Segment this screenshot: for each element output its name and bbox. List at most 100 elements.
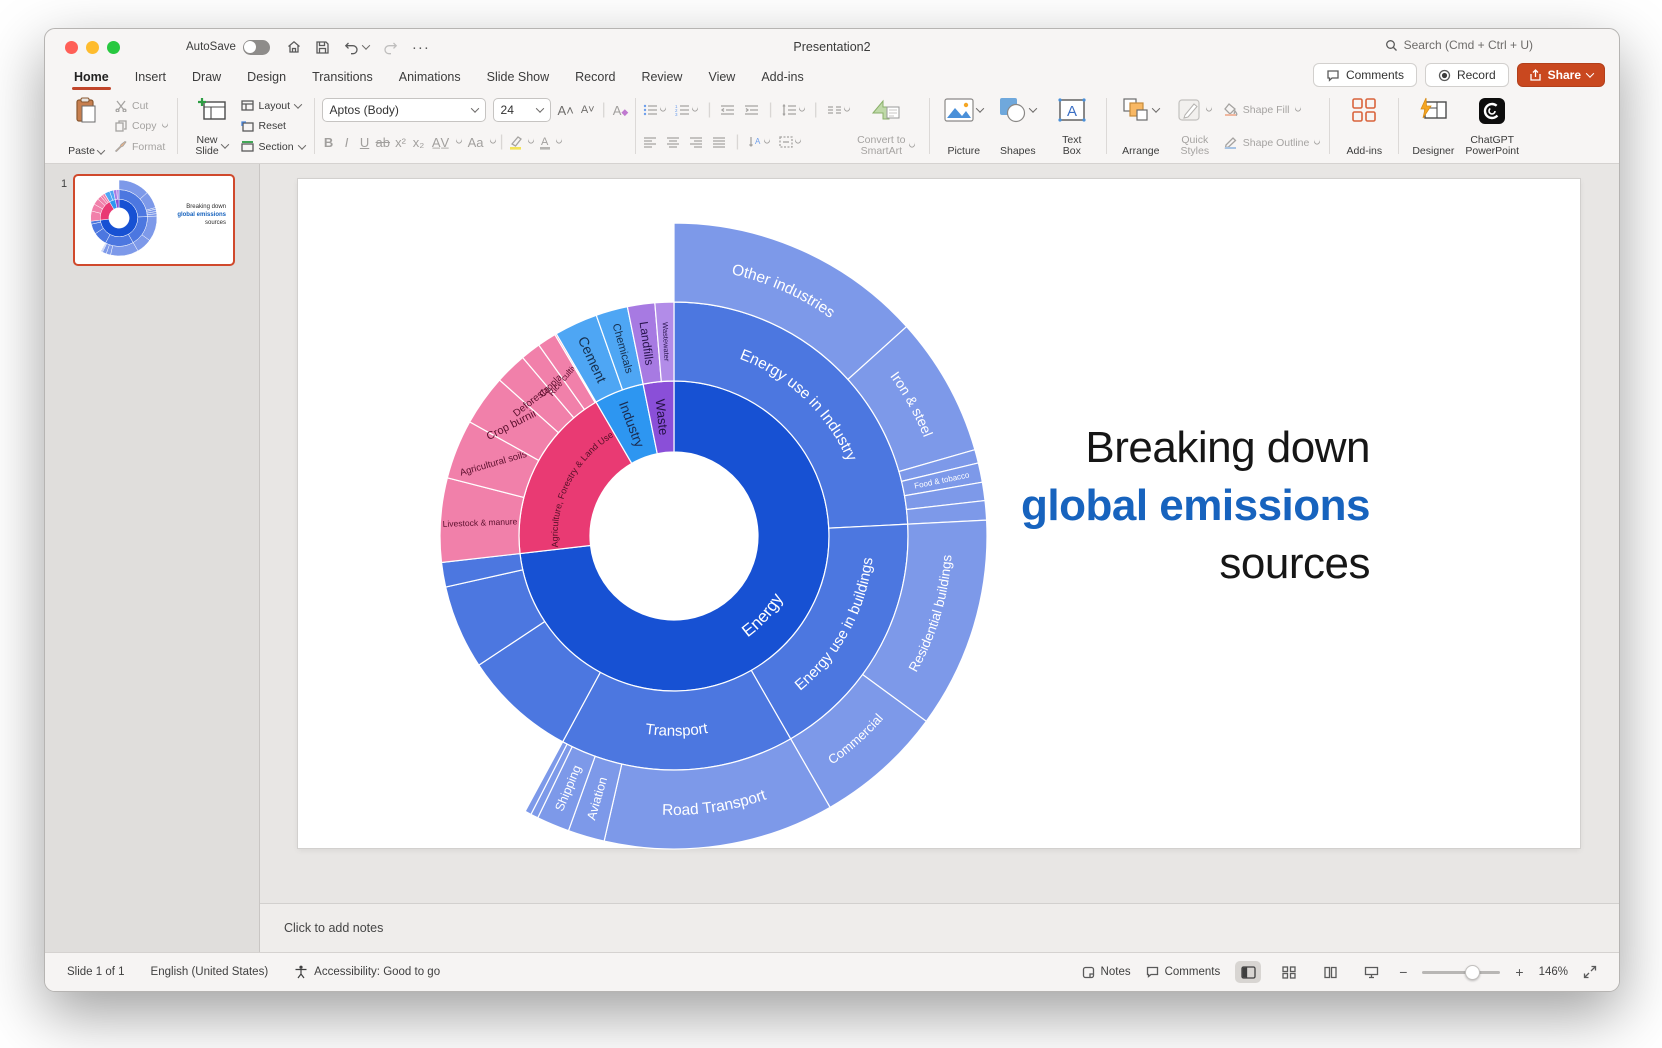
tab-record[interactable]: Record (562, 67, 628, 90)
designer-button[interactable]: Designer (1406, 94, 1460, 158)
tab-animations[interactable]: Animations (386, 67, 474, 90)
powerpoint-window: AutoSave ··· Presentation2 Search (Cmd +… (44, 28, 1620, 992)
clear-formatting-icon[interactable]: A◆ (613, 103, 629, 118)
tab-slide-show[interactable]: Slide Show (474, 67, 563, 90)
shape-fill-button[interactable]: Shape Fill (1224, 102, 1321, 117)
tab-home[interactable]: Home (61, 67, 122, 90)
tab-insert[interactable]: Insert (122, 67, 179, 90)
decrease-font-icon[interactable]: A˅ (581, 104, 595, 116)
reset-button[interactable]: Reset (241, 119, 305, 134)
change-case-button[interactable]: Aa (466, 135, 486, 150)
highlight-color-button[interactable] (508, 135, 524, 150)
decrease-indent-button[interactable] (720, 104, 735, 116)
font-size-select[interactable]: 24 (493, 98, 551, 122)
zoom-level[interactable]: 146% (1539, 966, 1568, 978)
font-color-button[interactable]: A (538, 135, 552, 150)
tab-transitions[interactable]: Transitions (299, 67, 386, 90)
align-center-button[interactable] (666, 137, 680, 148)
slideshow-button[interactable] (1358, 961, 1384, 983)
normal-view-button[interactable] (1235, 961, 1261, 983)
convert-to-smartart-button[interactable]: Convert toSmartArt (850, 94, 922, 158)
tab-design[interactable]: Design (234, 67, 299, 90)
save-icon[interactable] (315, 40, 330, 55)
section-button[interactable]: Section (241, 139, 305, 154)
paste-button[interactable]: Paste (59, 94, 113, 158)
chart-label: Wastewater (661, 322, 672, 362)
search-field[interactable]: Search (Cmd + Ctrl + U) (1385, 38, 1533, 52)
slide-counter[interactable]: Slide 1 of 1 (67, 966, 125, 978)
notes-pane[interactable]: Click to add notes (260, 903, 1619, 952)
text-box-button[interactable]: A TextBox (1045, 94, 1099, 158)
tab-draw[interactable]: Draw (179, 67, 234, 90)
bold-button[interactable]: B (322, 135, 336, 150)
justify-button[interactable] (712, 137, 726, 148)
underline-button[interactable]: U (358, 135, 372, 150)
zoom-window-button[interactable] (107, 41, 120, 54)
zoom-in-button[interactable]: + (1515, 964, 1523, 980)
comment-bubble-icon (1326, 69, 1340, 82)
thumbnail-sunburst-chart (79, 178, 159, 258)
new-slide-button[interactable]: NewSlide (185, 94, 239, 158)
ribbon-tabs-row: HomeInsertDrawDesignTransitionsAnimation… (45, 65, 1619, 91)
increase-indent-button[interactable] (744, 104, 759, 116)
slide[interactable]: EnergyAgriculture, Forestry & Land UseIn… (298, 179, 1580, 848)
shapes-button[interactable]: Shapes (991, 94, 1045, 158)
align-text-button[interactable] (779, 136, 801, 148)
comments-button[interactable]: Comments (1313, 63, 1417, 87)
accessibility-icon (294, 965, 308, 979)
autosave-toggle[interactable] (243, 40, 270, 55)
slide-editing-canvas[interactable]: EnergyAgriculture, Forestry & Land UseIn… (260, 164, 1619, 903)
notes-toggle[interactable]: Notes (1082, 966, 1131, 979)
bullets-button[interactable] (643, 104, 666, 116)
slide-title-line2: global emissions (1021, 477, 1370, 535)
record-button[interactable]: Record (1425, 63, 1509, 87)
home-icon[interactable] (286, 39, 302, 55)
slide-thumbnail[interactable]: Breaking down global emissions sources (73, 174, 235, 266)
subscript-button[interactable]: x₂ (412, 135, 426, 150)
text-direction-button[interactable]: A (748, 136, 770, 148)
slide-title[interactable]: Breaking down global emissions sources (1021, 419, 1370, 593)
add-ins-button[interactable]: Add-ins (1337, 94, 1391, 158)
zoom-slider[interactable] (1422, 971, 1500, 974)
numbering-button[interactable]: 123 (675, 104, 698, 116)
increase-font-icon[interactable]: A˄ (558, 103, 574, 118)
tab-view[interactable]: View (695, 67, 748, 90)
tab-review[interactable]: Review (628, 67, 695, 90)
comments-toggle[interactable]: Comments (1146, 966, 1221, 978)
titlebar: AutoSave ··· Presentation2 Search (Cmd +… (45, 29, 1619, 65)
layout-button[interactable]: Layout (241, 98, 305, 113)
ribbon-tabs: HomeInsertDrawDesignTransitionsAnimation… (61, 67, 817, 90)
accessibility-status[interactable]: Accessibility: Good to go (294, 965, 440, 979)
zoom-out-button[interactable]: − (1399, 964, 1407, 980)
copy-button[interactable]: Copy (115, 119, 168, 134)
share-button[interactable]: Share (1517, 63, 1605, 87)
minimize-button[interactable] (86, 41, 99, 54)
superscript-button[interactable]: x² (394, 135, 408, 150)
search-placeholder: Search (Cmd + Ctrl + U) (1404, 38, 1533, 52)
picture-button[interactable]: Picture (937, 94, 991, 158)
columns-button[interactable] (827, 104, 850, 116)
svg-text:A: A (755, 137, 761, 146)
align-right-button[interactable] (689, 137, 703, 148)
character-spacing-button[interactable]: A̲V̲ (430, 135, 452, 150)
tab-add-ins[interactable]: Add-ins (748, 67, 816, 90)
slide-sorter-view-button[interactable] (1276, 961, 1302, 983)
fit-slide-button[interactable] (1583, 965, 1597, 979)
line-spacing-button[interactable] (782, 104, 805, 116)
undo-icon[interactable] (343, 40, 369, 55)
cut-button[interactable]: Cut (115, 98, 168, 113)
align-left-button[interactable] (643, 137, 657, 148)
shape-outline-button[interactable]: Shape Outline (1224, 135, 1321, 150)
arrange-button[interactable]: Arrange (1114, 94, 1168, 158)
close-button[interactable] (65, 41, 78, 54)
chatgpt-powerpoint-button[interactable]: ChatGPTPowerPoint (1460, 94, 1524, 158)
italic-button[interactable]: I (340, 135, 354, 150)
reading-view-button[interactable] (1317, 961, 1343, 983)
font-name-select[interactable]: Aptos (Body) (322, 98, 486, 122)
sunburst-chart[interactable]: EnergyAgriculture, Forestry & Land UseIn… (354, 216, 994, 856)
format-painter-button[interactable]: Format (115, 139, 168, 154)
strikethrough-button[interactable]: ab (376, 135, 390, 150)
language-selector[interactable]: English (United States) (151, 966, 269, 978)
quick-styles-button[interactable]: QuickStyles (1168, 94, 1222, 158)
more-options-icon[interactable]: ··· (412, 39, 430, 56)
